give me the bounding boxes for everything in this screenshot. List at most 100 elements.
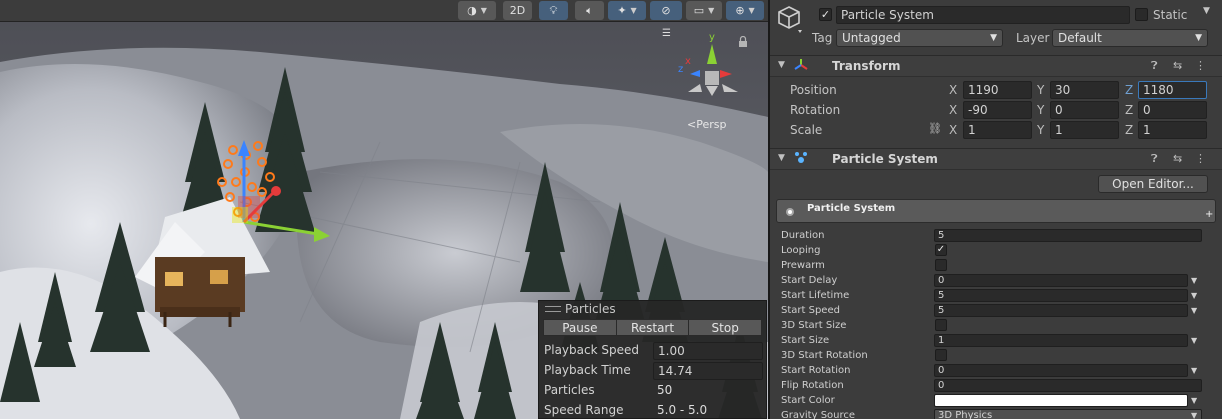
chevron-down-icon[interactable]: ▼ bbox=[1191, 336, 1197, 345]
prewarm-checkbox[interactable] bbox=[935, 259, 947, 271]
start-size-3d-checkbox[interactable] bbox=[935, 319, 947, 331]
speed-range-value: 5.0 - 5.0 bbox=[657, 403, 708, 417]
help-icon[interactable]: ❓︎ bbox=[1151, 152, 1158, 166]
particles-count-label: Particles bbox=[544, 383, 595, 397]
start-size-field[interactable]: 1 bbox=[934, 334, 1188, 347]
foldout-arrow-icon[interactable]: ▼ bbox=[778, 153, 785, 163]
stop-button[interactable]: Stop bbox=[689, 319, 763, 336]
chevron-down-icon[interactable]: ▼ bbox=[1191, 306, 1197, 315]
rotation-x-label[interactable]: X bbox=[949, 103, 957, 117]
object-name-field[interactable]: Particle System bbox=[836, 6, 1130, 24]
chevron-down-icon[interactable]: ▼ bbox=[1203, 6, 1210, 16]
help-icon[interactable]: ❓︎ bbox=[1151, 59, 1158, 73]
persp-label[interactable]: <Persp bbox=[687, 118, 726, 131]
effects-dropdown[interactable]: ✦ ▼ bbox=[608, 1, 646, 20]
mode-2d-button[interactable]: 2D bbox=[503, 1, 532, 20]
effects-icon: ✦ bbox=[617, 4, 627, 17]
layer-dropdown[interactable]: Default ▼ bbox=[1052, 29, 1208, 47]
lighting-toggle[interactable]: 💡︎ bbox=[539, 1, 568, 20]
main-module-title: Particle System bbox=[807, 203, 896, 214]
start-rotation-label: Start Rotation bbox=[781, 365, 851, 376]
chevron-down-icon[interactable]: ▼ bbox=[1191, 276, 1197, 285]
lighting-icon: 💡︎ bbox=[549, 3, 558, 17]
playback-time-field[interactable]: 14.74 bbox=[653, 362, 763, 380]
start-lifetime-field[interactable]: 5 bbox=[934, 289, 1188, 302]
more-options-icon[interactable]: ⋮ bbox=[1195, 152, 1206, 165]
pause-button[interactable]: Pause bbox=[543, 319, 617, 336]
gizmo-y-label: y bbox=[709, 32, 715, 43]
more-options-icon[interactable]: ⋮ bbox=[1195, 59, 1206, 72]
scene-view[interactable]: ◑ ▼ 2D 💡︎ 🔈︎ ✦ ▼ ⊘ ▭ ▼ ⊕ ▼ y z x ☰ <Pers… bbox=[0, 0, 768, 419]
rotation-z-field[interactable]: 0 bbox=[1138, 101, 1207, 119]
playback-time-label: Playback Time bbox=[544, 363, 631, 377]
constrain-proportions-icon[interactable]: ⛓︎ bbox=[928, 122, 942, 135]
active-checkbox[interactable]: ✓ bbox=[819, 8, 832, 21]
tag-label: Tag bbox=[812, 31, 833, 45]
particle-system-header[interactable]: ▼ Particle System ❓︎ ⇆ ⋮ bbox=[770, 148, 1222, 170]
draw-mode-dropdown[interactable]: ◑ ▼ bbox=[458, 1, 496, 20]
gravity-source-dropdown[interactable]: 3D Physics bbox=[934, 409, 1202, 419]
static-checkbox[interactable] bbox=[1135, 8, 1148, 21]
start-speed-field[interactable]: 5 bbox=[934, 304, 1188, 317]
scale-x-label[interactable]: X bbox=[949, 123, 957, 137]
chevron-down-icon: ▼ bbox=[990, 33, 997, 43]
rotation-y-field[interactable]: 0 bbox=[1050, 101, 1119, 119]
chevron-down-icon[interactable]: ▼ bbox=[1191, 366, 1197, 375]
camera-dropdown[interactable]: ▭ ▼ bbox=[686, 1, 722, 20]
looping-checkbox[interactable]: ✓ bbox=[935, 244, 947, 256]
rotation-y-label[interactable]: Y bbox=[1037, 103, 1044, 117]
flip-rotation-field[interactable]: 0 bbox=[934, 379, 1202, 392]
chevron-down-icon[interactable]: ▼ bbox=[1191, 411, 1197, 419]
chevron-down-icon[interactable]: ▼ bbox=[1191, 396, 1197, 405]
position-y-field[interactable]: 30 bbox=[1050, 81, 1119, 99]
gizmos-icon: ⊕ bbox=[735, 4, 745, 17]
start-rotation-3d-checkbox[interactable] bbox=[935, 349, 947, 361]
position-y-label[interactable]: Y bbox=[1037, 83, 1044, 97]
scale-y-label[interactable]: Y bbox=[1037, 123, 1044, 137]
transform-header[interactable]: ▼ Transform ❓︎ ⇆ ⋮ bbox=[770, 55, 1222, 77]
duration-field[interactable]: 5 bbox=[934, 229, 1202, 242]
transform-icon bbox=[794, 58, 808, 75]
start-delay-label: Start Delay bbox=[781, 275, 838, 286]
presets-icon[interactable]: ⇆ bbox=[1173, 152, 1182, 165]
start-delay-field[interactable]: 0 bbox=[934, 274, 1188, 287]
layer-value: Default bbox=[1058, 31, 1102, 45]
position-z-label[interactable]: Z bbox=[1125, 83, 1133, 97]
foldout-arrow-icon[interactable]: ▼ bbox=[778, 60, 785, 70]
rotation-x-field[interactable]: -90 bbox=[963, 101, 1032, 119]
audio-toggle[interactable]: 🔈︎ bbox=[575, 1, 604, 20]
lock-icon[interactable] bbox=[738, 35, 748, 50]
position-x-field[interactable]: 1190 bbox=[963, 81, 1032, 99]
open-editor-button[interactable]: Open Editor... bbox=[1098, 175, 1208, 193]
chevron-down-icon: ▼ bbox=[630, 6, 637, 15]
scale-z-field[interactable]: 1 bbox=[1138, 121, 1207, 139]
tag-dropdown[interactable]: Untagged ▼ bbox=[836, 29, 1003, 47]
add-module-icon[interactable]: + bbox=[1205, 209, 1213, 220]
scale-x-field[interactable]: 1 bbox=[963, 121, 1032, 139]
particles-panel-header[interactable]: Particles bbox=[539, 301, 766, 317]
position-z-field[interactable]: 1180 bbox=[1138, 81, 1207, 99]
presets-icon[interactable]: ⇆ bbox=[1173, 59, 1182, 72]
start-speed-label: Start Speed bbox=[781, 305, 840, 316]
rotation-z-label[interactable]: Z bbox=[1125, 103, 1133, 117]
scale-z-label[interactable]: Z bbox=[1125, 123, 1133, 137]
playback-speed-field[interactable]: 1.00 bbox=[653, 342, 763, 360]
scene-visibility-toggle[interactable]: ⊘ bbox=[650, 1, 682, 20]
chevron-down-icon: ▼ bbox=[748, 6, 755, 15]
scale-y-field[interactable]: 1 bbox=[1050, 121, 1119, 139]
gameobject-icon[interactable] bbox=[776, 4, 802, 37]
gizmos-dropdown[interactable]: ⊕ ▼ bbox=[726, 1, 764, 20]
duration-label: Duration bbox=[781, 230, 825, 241]
main-module-header[interactable]: Particle System + bbox=[776, 199, 1216, 223]
start-color-swatch[interactable] bbox=[934, 394, 1188, 407]
speed-range-label: Speed Range bbox=[544, 403, 624, 417]
position-x-label[interactable]: X bbox=[949, 83, 957, 97]
draw-mode-icon: ◑ bbox=[467, 4, 477, 17]
start-rotation-field[interactable]: 0 bbox=[934, 364, 1188, 377]
visibility-icon: ⊘ bbox=[661, 4, 671, 17]
gizmo-menu-icon[interactable]: ☰ bbox=[662, 28, 671, 39]
camera-icon: ▭ bbox=[693, 4, 705, 17]
chevron-down-icon[interactable]: ▼ bbox=[1191, 291, 1197, 300]
particles-count-value: 50 bbox=[657, 383, 673, 397]
restart-button[interactable]: Restart bbox=[616, 319, 690, 336]
